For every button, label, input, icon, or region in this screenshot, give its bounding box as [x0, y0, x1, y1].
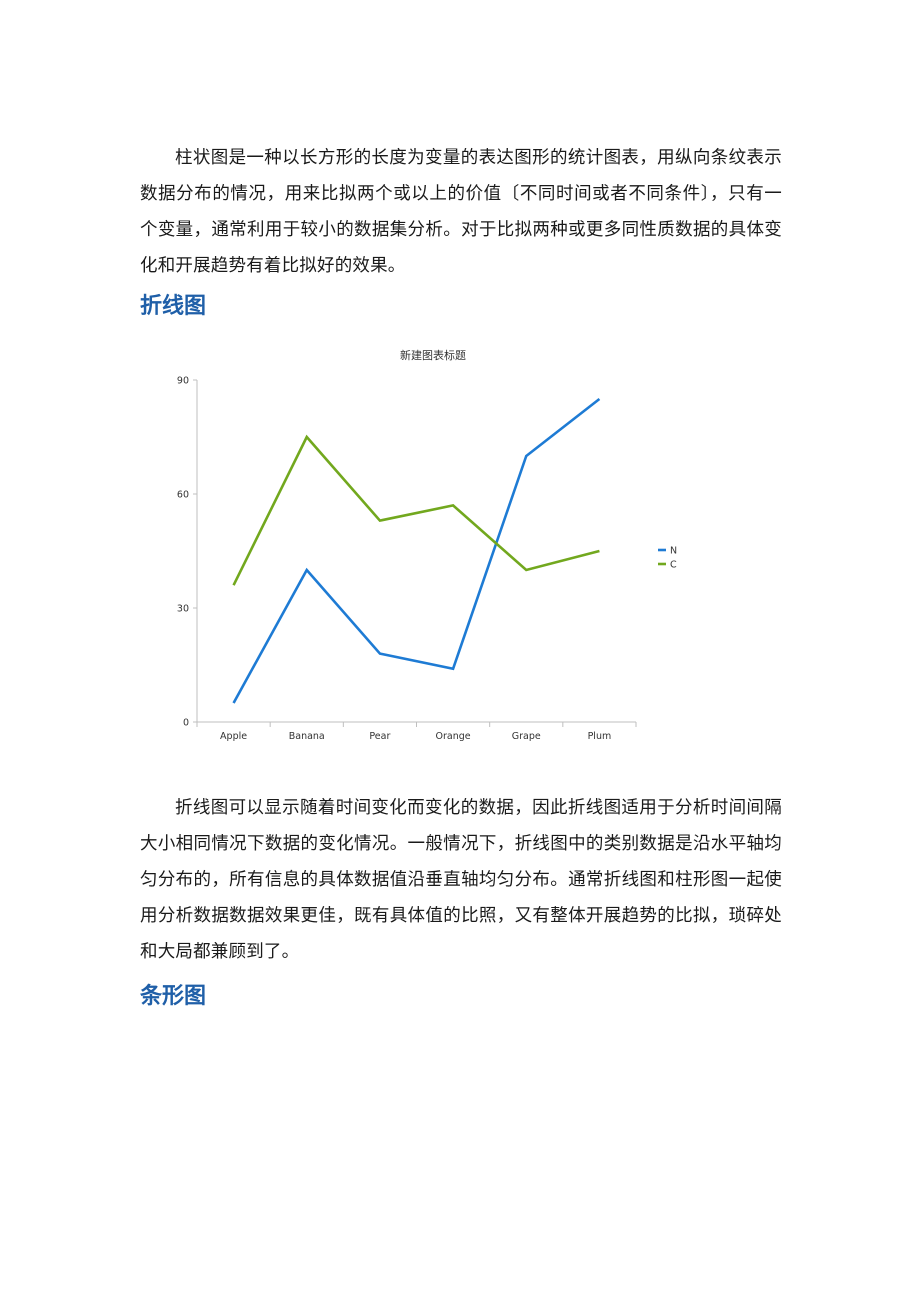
- x-tick-label: Banana: [289, 731, 325, 742]
- y-tick-label: 30: [177, 604, 189, 615]
- chart-legend: NC: [658, 546, 677, 571]
- y-tick-label: 60: [177, 490, 189, 501]
- chart-title: 新建图表标题: [400, 348, 466, 362]
- paragraph-bar-chart-intro: 柱状图是一种以长方形的长度为变量的表达图形的统计图表，用纵向条纹表示数据分布的情…: [140, 147, 782, 276]
- line-chart: 新建图表标题 0 30 60 90 Apple Banana Pear Orange Grape…: [177, 348, 677, 742]
- x-tick-label: Apple: [220, 731, 247, 742]
- y-tick-label: 0: [183, 718, 189, 729]
- y-tick-label: 90: [177, 376, 189, 387]
- chart-lines: [232, 397, 601, 704]
- paragraph-line-chart-description: 折线图可以显示随着时间变化而变化的数据，因此折线图适用于分析时间间隔大小相同情况…: [140, 797, 782, 962]
- legend-label-c: C: [670, 560, 677, 571]
- x-tick-label: Plum: [588, 731, 612, 742]
- x-tick-label: Grape: [512, 731, 541, 742]
- x-tick-label: Pear: [369, 731, 390, 742]
- x-tick-label: Orange: [436, 731, 471, 742]
- heading-bar-chart: 条形图: [140, 984, 207, 1009]
- legend-label-n: N: [670, 546, 677, 557]
- heading-line-chart: 折线图: [140, 294, 207, 319]
- series-line-c: [232, 434, 600, 586]
- series-line-n: [232, 397, 601, 704]
